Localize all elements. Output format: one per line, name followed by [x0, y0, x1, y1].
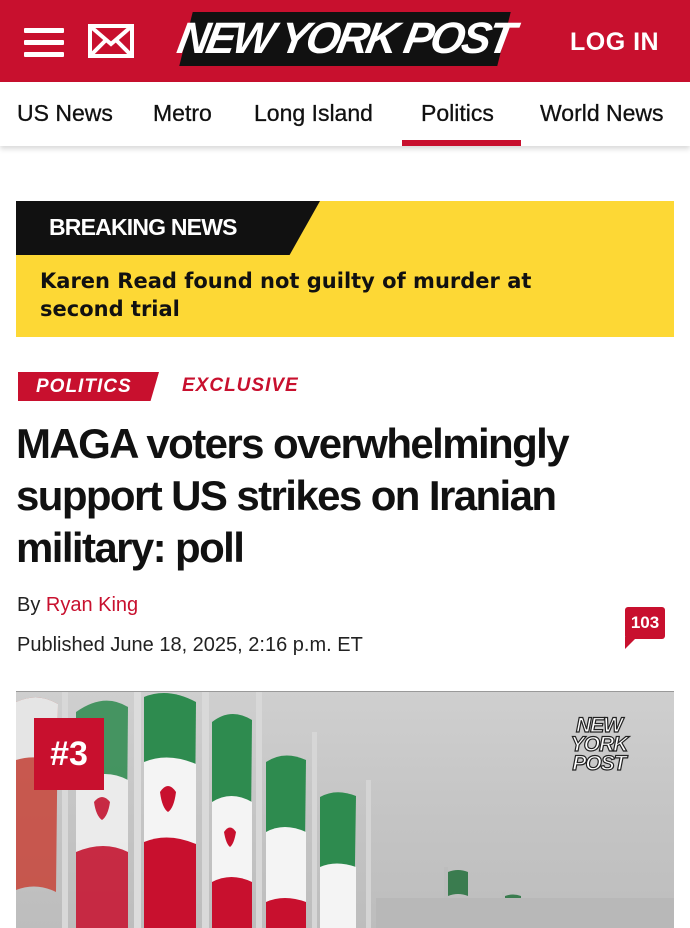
- photo-watermark-logo: NEW YORK POST: [564, 714, 634, 775]
- byline-prefix: By: [17, 594, 41, 616]
- published-date: Published June 18, 2025, 2:16 p.m. ET: [17, 634, 363, 656]
- active-nav-indicator: [402, 140, 521, 146]
- comment-bubble-tail: [625, 637, 637, 649]
- section-nav: US News Metro Long Island Politics World…: [0, 82, 690, 146]
- breaking-news-headline[interactable]: Karen Read found not guilty of murder at…: [40, 267, 600, 323]
- nav-item-us-news[interactable]: US News: [17, 100, 113, 127]
- site-logo[interactable]: NEW YORK POST: [174, 12, 517, 66]
- comment-count: 103: [625, 607, 665, 639]
- author-link[interactable]: Ryan King: [46, 594, 138, 616]
- breaking-news-banner[interactable]: BREAKING NEWS Karen Read found not guilt…: [16, 201, 674, 337]
- nav-item-long-island[interactable]: Long Island: [254, 100, 373, 127]
- nav-item-politics[interactable]: Politics: [421, 100, 494, 127]
- article-image[interactable]: #3 NEW YORK POST: [16, 691, 674, 928]
- breaking-news-label: BREAKING NEWS: [16, 201, 320, 255]
- envelope-icon[interactable]: [88, 24, 134, 58]
- comment-count-button[interactable]: 103: [625, 607, 665, 649]
- exclusive-tag: EXCLUSIVE: [182, 375, 299, 396]
- breaking-news-label-text: BREAKING NEWS: [49, 214, 237, 240]
- byline: By Ryan King: [17, 594, 138, 617]
- login-button[interactable]: LOG IN: [570, 28, 659, 57]
- hamburger-menu-icon[interactable]: [24, 26, 66, 60]
- article-headline: MAGA voters overwhelmingly support US st…: [16, 420, 570, 571]
- rank-badge: #3: [34, 718, 104, 790]
- logo-text: NEW YORK POST: [173, 14, 517, 63]
- photo-logo-line-3: POST: [572, 752, 627, 775]
- nav-item-world-news[interactable]: World News: [540, 100, 664, 127]
- top-bar: NEW YORK POST LOG IN: [0, 0, 690, 82]
- section-tag-politics[interactable]: POLITICS: [18, 372, 159, 401]
- nav-item-metro[interactable]: Metro: [153, 100, 212, 127]
